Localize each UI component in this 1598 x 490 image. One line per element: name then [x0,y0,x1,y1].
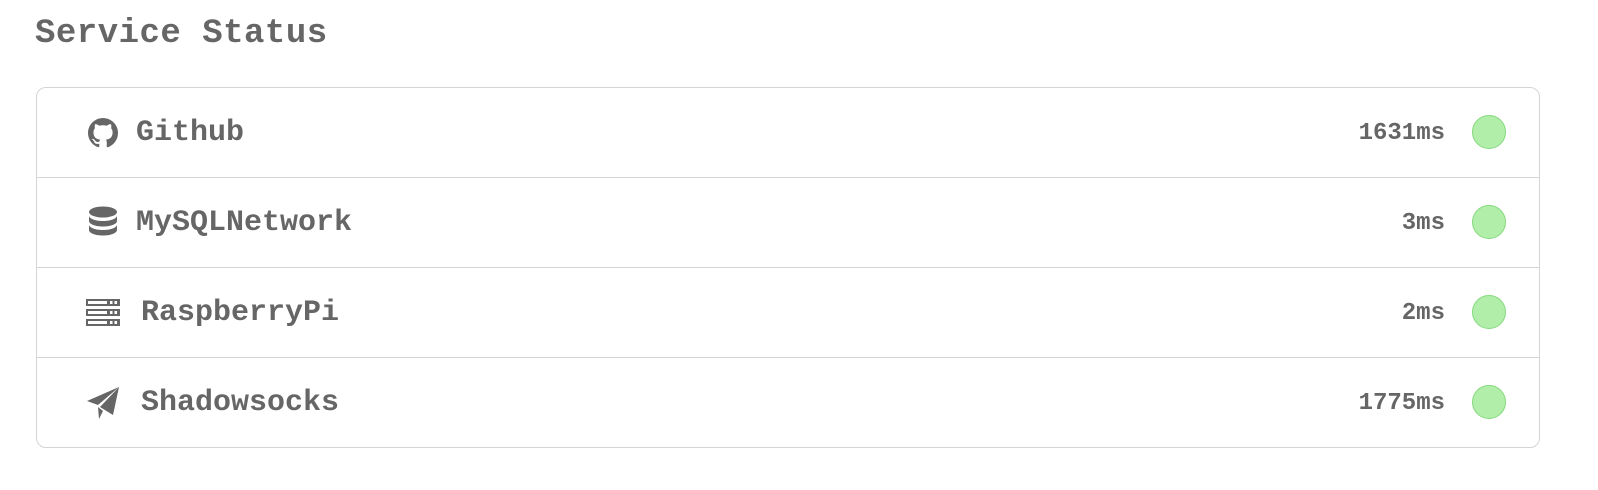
database-icon [86,206,120,240]
service-row-mysqlnetwork: MySQLNetwork 3ms [37,178,1539,268]
service-name: MySQLNetwork [136,206,353,240]
status-indicator [1472,115,1506,149]
github-icon [86,116,120,150]
status-indicator [1472,295,1506,329]
service-row-github: Github 1631ms [37,88,1539,178]
service-latency: 3ms [1401,210,1445,237]
status-indicator [1472,205,1506,239]
service-name: Github [136,116,245,150]
service-latency: 2ms [1401,300,1445,327]
page-title: Service Status [35,15,328,53]
service-latency: 1775ms [1358,390,1445,417]
service-latency: 1631ms [1358,120,1445,147]
service-name: RaspberryPi [141,296,340,330]
paper-plane-icon [86,386,120,420]
status-indicator [1472,385,1506,419]
service-name: Shadowsocks [141,386,340,420]
server-icon [86,296,120,330]
service-list: Github 1631ms MySQLNetwork 3ms Raspberry… [36,87,1540,448]
service-row-shadowsocks: Shadowsocks 1775ms [37,358,1539,447]
service-row-raspberrypi: RaspberryPi 2ms [37,268,1539,358]
